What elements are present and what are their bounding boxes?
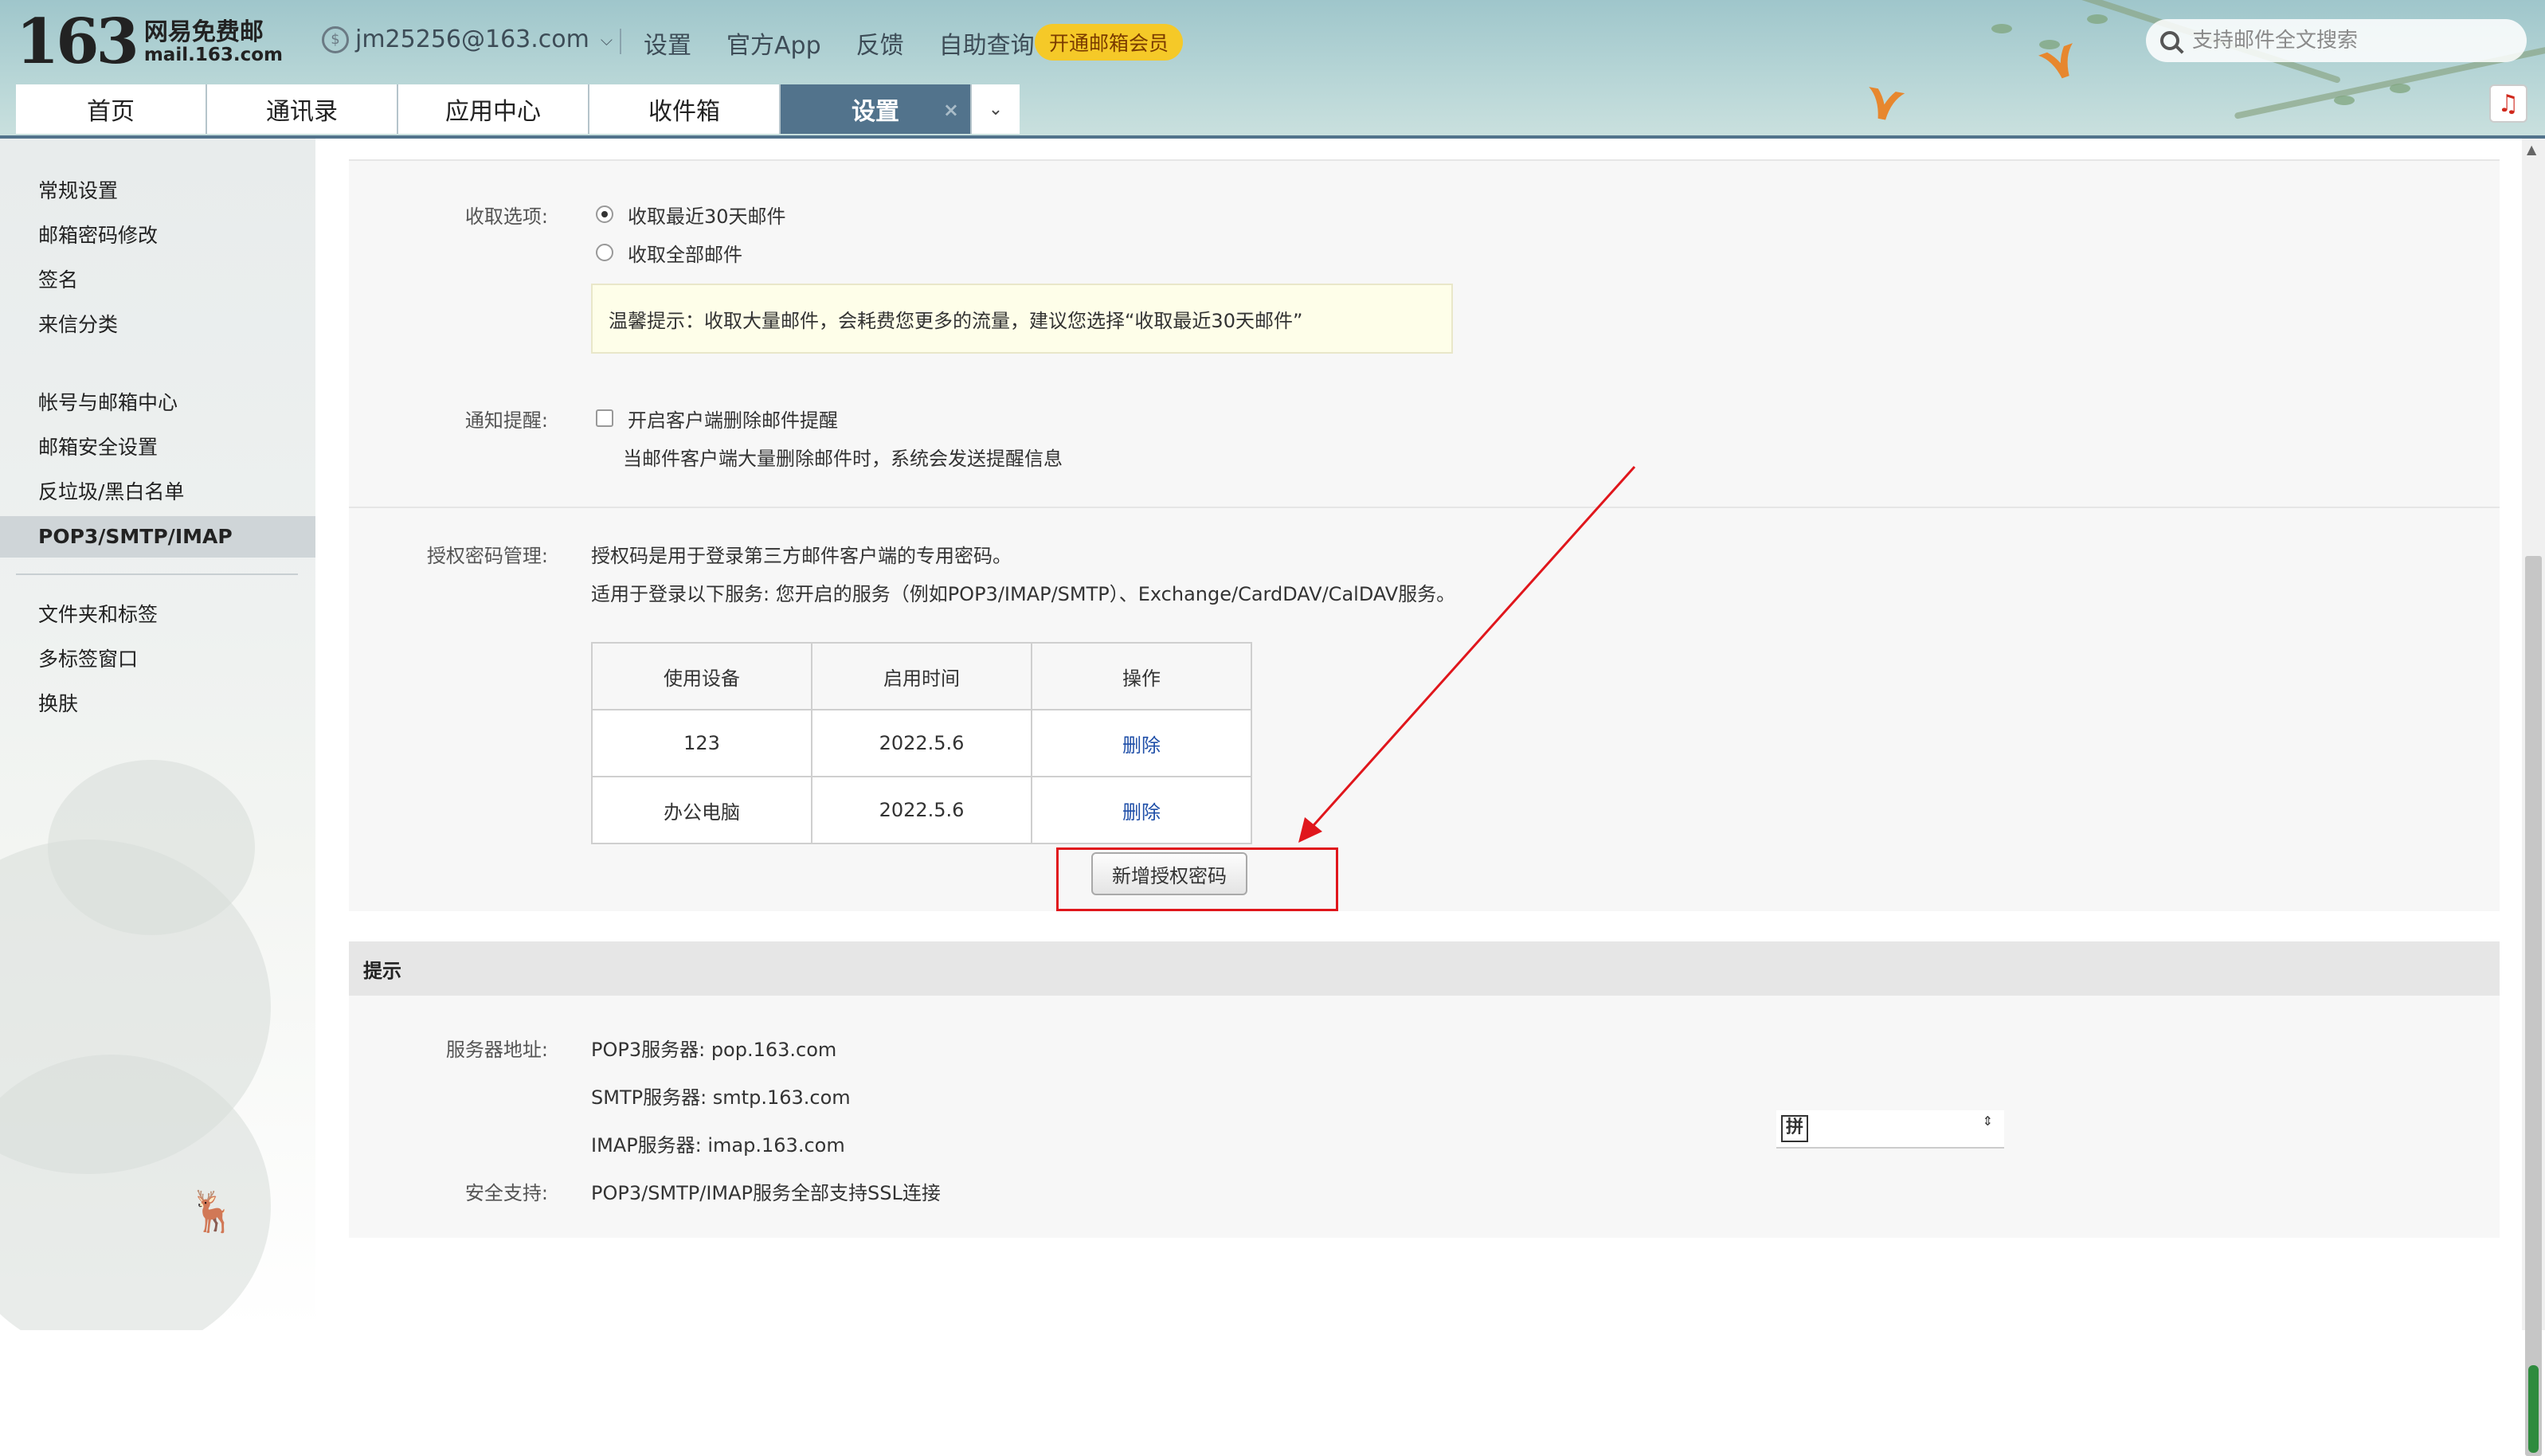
sidebar-item-password[interactable]: 邮箱密码修改 [38,215,158,256]
logo-text: 网易免费邮 mail.163.com [144,19,283,65]
col-action: 操作 [1031,642,1252,710]
tab-more-button[interactable]: ⌄ [972,84,1020,134]
ime-options-icon[interactable]: ⇕ [1983,1114,1993,1129]
row-action-cell: 删除 [1031,709,1252,777]
chevron-down-icon: ⌄ [988,99,1004,119]
radio-all-label[interactable]: 收取全部邮件 [628,239,742,267]
bird-icon: ⋎ [1858,70,1910,135]
search-icon[interactable] [2160,31,2179,50]
tab-home[interactable]: 首页 [16,84,207,134]
notify-checkbox[interactable] [596,409,613,427]
row-device: 123 [591,709,812,777]
notify-label: 通知提醒: [464,409,548,432]
logo-cn: 网易免费邮 [143,18,264,46]
nav-self-service[interactable]: 自助查询 [939,25,1035,61]
sidebar-item-filters[interactable]: 来信分类 [38,304,118,346]
deer-icon: 🦌 [188,1188,238,1235]
top-nav: 设置 官方App 反馈 自助查询 [620,25,1035,61]
search-input[interactable] [2191,28,2512,53]
settings-content: 收取选项: 收取最近30天邮件 收取全部邮件 温馨提示：收取大量邮件，会耗费您更… [315,139,2522,1330]
imap-server: IMAP服务器: imap.163.com [591,1134,845,1157]
vip-button[interactable]: 开通邮箱会员 [1035,24,1184,61]
logo-en: mail.163.com [143,44,283,65]
radio-all-mail[interactable] [596,244,613,261]
search-box[interactable] [2146,19,2527,62]
auth-table-header: 使用设备 启用时间 操作 [591,642,1252,710]
decor-leaf [1991,24,2012,33]
scroll-indicator [2528,1365,2539,1453]
logo[interactable]: 163 网易免费邮 mail.163.com [16,11,283,73]
tab-contacts[interactable]: 通讯录 [207,84,398,134]
nav-divider [620,29,621,54]
row-action-cell: 删除 [1031,776,1252,844]
auth-table: 使用设备 启用时间 操作 123 2022.5.6 删除 办公电脑 2022.5… [591,642,1252,844]
smtp-server: SMTP服务器: smtp.163.com [591,1086,851,1109]
sidebar-item-account-center[interactable]: 帐号与邮箱中心 [38,382,178,424]
scrollbar-thumb[interactable] [2525,556,2542,1456]
decor-leaf [2390,84,2410,93]
sidebar-item-pop3-smtp-imap[interactable]: POP3/SMTP/IMAP [0,516,315,558]
row-date: 2022.5.6 [811,776,1032,844]
nav-official-app[interactable]: 官方App [726,25,821,61]
radio-recent-label[interactable]: 收取最近30天邮件 [628,201,786,229]
receive-label: 收取选项: [464,205,548,228]
auth-label: 授权密码管理: [426,545,548,567]
notify-desc: 当邮件客户端大量删除邮件时，系统会发送提醒信息 [623,448,1063,470]
settings-sidebar: 🦌 常规设置 邮箱密码修改 签名 来信分类 帐号与邮箱中心 邮箱安全设置 反垃圾… [0,139,315,1330]
sidebar-item-signature[interactable]: 签名 [38,260,78,301]
sidebar-item-security[interactable]: 邮箱安全设置 [38,427,158,468]
tab-settings-label: 设置 [852,98,899,126]
tab-inbox[interactable]: 收件箱 [589,84,781,134]
chevron-down-icon: ⌵ [600,29,613,49]
annotation-arrow [1298,465,1636,843]
receive-tip: 温馨提示：收取大量邮件，会耗费您更多的流量，建议您选择“收取最近30天邮件” [591,284,1453,354]
bird-icon: ⋎ [2030,26,2090,96]
music-icon[interactable]: ♫ [2489,84,2527,123]
coin-icon: $ [322,25,349,53]
tab-settings[interactable]: 设置 × [781,84,972,134]
table-row: 123 2022.5.6 删除 [591,709,1252,777]
nav-settings[interactable]: 设置 [644,25,691,61]
logo-number: 163 [16,6,139,78]
decor-leaf [2087,14,2108,24]
account-menu[interactable]: $ jm25256@163.com ⌵ [322,25,613,53]
col-device: 使用设备 [591,642,812,710]
sidebar-item-multi-tab[interactable]: 多标签窗口 [38,639,138,680]
col-date: 启用时间 [811,642,1032,710]
ime-toolbar[interactable]: 拼 ⇕ [1776,1110,2004,1149]
header: ⋎ ⋎ 163 网易免费邮 mail.163.com $ jm25256@163… [0,0,2545,139]
delete-link[interactable]: 删除 [1122,734,1161,757]
radio-recent-30-days[interactable] [596,205,613,223]
ssl-support: POP3/SMTP/IMAP服务全部支持SSL连接 [591,1182,941,1204]
delete-link[interactable]: 删除 [1122,801,1161,824]
sidebar-item-folders[interactable]: 文件夹和标签 [38,594,158,636]
row-device: 办公电脑 [591,776,812,844]
decor-leaf [2334,96,2355,105]
auth-desc-1: 授权码是用于登录第三方邮件客户端的专用密码。 [591,545,1012,567]
nav-feedback[interactable]: 反馈 [856,25,904,61]
account-email: jm25256@163.com [355,25,589,53]
sidebar-divider [16,573,298,575]
server-label: 服务器地址: [445,1039,548,1061]
sidebar-item-general[interactable]: 常规设置 [38,170,118,212]
tab-bar: 首页 通讯录 应用中心 收件箱 设置 × ⌄ [16,84,1020,134]
tips-heading: 提示 [349,941,2500,996]
decor-tree [48,760,255,935]
pop3-server: POP3服务器: pop.163.com [591,1039,837,1061]
table-row: 办公电脑 2022.5.6 删除 [591,776,1252,844]
scroll-up-icon[interactable]: ▲ [2527,142,2536,157]
tips-panel: 服务器地址: POP3服务器: pop.163.com SMTP服务器: smt… [349,996,2500,1238]
sidebar-item-antispam[interactable]: 反垃圾/黑白名单 [38,472,184,513]
notify-checkbox-label[interactable]: 开启客户端删除邮件提醒 [628,405,838,432]
ssl-label: 安全支持: [464,1182,548,1204]
tab-app-center[interactable]: 应用中心 [398,84,589,134]
sidebar-item-skin[interactable]: 换肤 [38,683,78,725]
ime-pinyin-key[interactable]: 拼 [1781,1115,1808,1142]
page-scrollbar[interactable]: ▲ [2522,139,2545,1456]
close-icon[interactable]: × [943,99,959,121]
row-date: 2022.5.6 [811,709,1032,777]
